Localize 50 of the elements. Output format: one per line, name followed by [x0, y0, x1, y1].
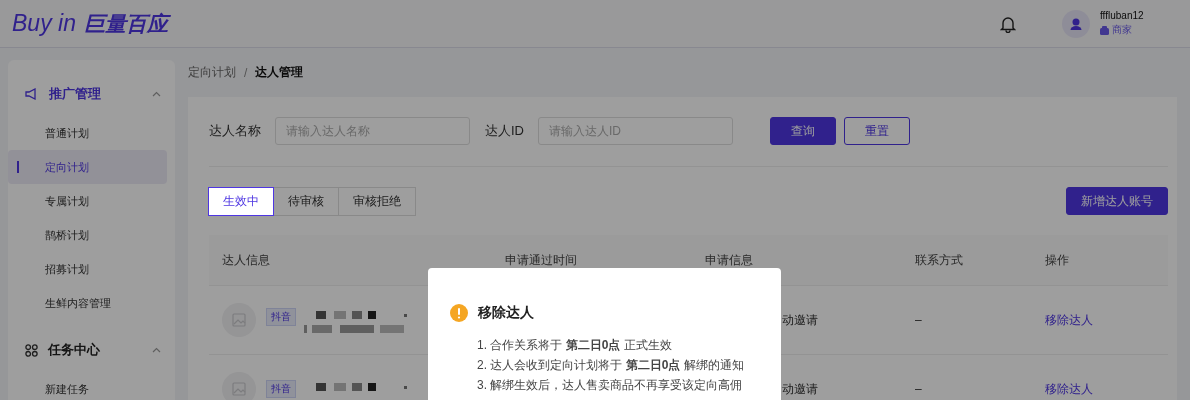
chevron-icon — [152, 91, 161, 97]
sidebar-item[interactable]: 鹊桥计划 — [8, 218, 167, 252]
sidebar-item[interactable]: 专属计划 — [8, 184, 167, 218]
sidebar-item[interactable]: 普通计划 — [8, 116, 167, 150]
platform-tag: 抖音 — [266, 307, 296, 326]
platform-tag: 抖音 — [266, 380, 296, 398]
search-button[interactable]: 查询 — [770, 117, 836, 145]
add-button[interactable]: 新增达人账号 — [1066, 187, 1168, 215]
bell-icon[interactable] — [1000, 14, 1016, 33]
breadcrumb-item[interactable]: 定向计划 — [188, 64, 236, 81]
column-header: 达人信息 — [221, 251, 271, 269]
logo-text: Buy in — [12, 9, 76, 37]
megaphone-icon — [25, 88, 39, 100]
menu-group[interactable]: 推广管理 — [8, 72, 175, 116]
menu-group[interactable]: 任务中心 — [8, 328, 175, 372]
avatar-icon[interactable] — [1062, 9, 1090, 38]
modal-text: 2. 达人会收到定向计划将于 第二日0点 解绑的通知 — [477, 357, 745, 374]
table-cell: 动邀请 — [782, 312, 818, 327]
modal-title: 移除达人 — [478, 304, 534, 322]
column-header: 申请信息 — [704, 251, 754, 269]
tab[interactable]: 生效中 — [208, 186, 274, 216]
grid-icon — [25, 343, 38, 357]
sidebar-item[interactable]: 招募计划 — [8, 252, 167, 286]
modal-text: 1. 合作关系将于 第二日0点 正式生效 — [477, 337, 673, 354]
modal-text: 3. 解绑生效后，达人售卖商品不再享受该定向高佣 — [477, 377, 744, 394]
chevron-icon — [152, 347, 161, 353]
role-tag: 商家 — [1100, 23, 1176, 37]
sidebar-item[interactable]: 新建任务 — [8, 372, 167, 400]
table-cell-text: – — [914, 313, 923, 327]
table-cell-text: – — [914, 382, 923, 396]
user-name: fffluban12 — [1100, 10, 1145, 21]
sidebar-item[interactable]: 定向计划 — [8, 150, 167, 184]
shop-icon — [1100, 25, 1109, 35]
warning-icon — [450, 304, 468, 322]
image-placeholder-icon — [222, 372, 256, 400]
filter-label: 达人ID — [485, 122, 524, 140]
table-cell: 动邀请 — [782, 381, 818, 396]
filter-label: 达人名称 — [209, 122, 261, 140]
reset-button[interactable]: 重置 — [844, 117, 910, 145]
breadcrumb-item: 达人管理 — [255, 64, 304, 81]
breadcrumb-separator: / — [244, 65, 248, 80]
remove-link[interactable]: 移除达人 — [1045, 381, 1093, 396]
image-placeholder-icon — [222, 303, 256, 337]
remove-link[interactable]: 移除达人 — [1045, 312, 1093, 327]
column-header: 操作 — [1044, 251, 1070, 269]
column-header: 申请通过时间 — [504, 251, 578, 269]
column-header: 联系方式 — [914, 251, 964, 269]
tab[interactable]: 审核拒绝 — [338, 186, 416, 216]
tab[interactable]: 待审核 — [273, 186, 339, 216]
sidebar-item[interactable]: 生鲜内容管理 — [8, 286, 167, 320]
